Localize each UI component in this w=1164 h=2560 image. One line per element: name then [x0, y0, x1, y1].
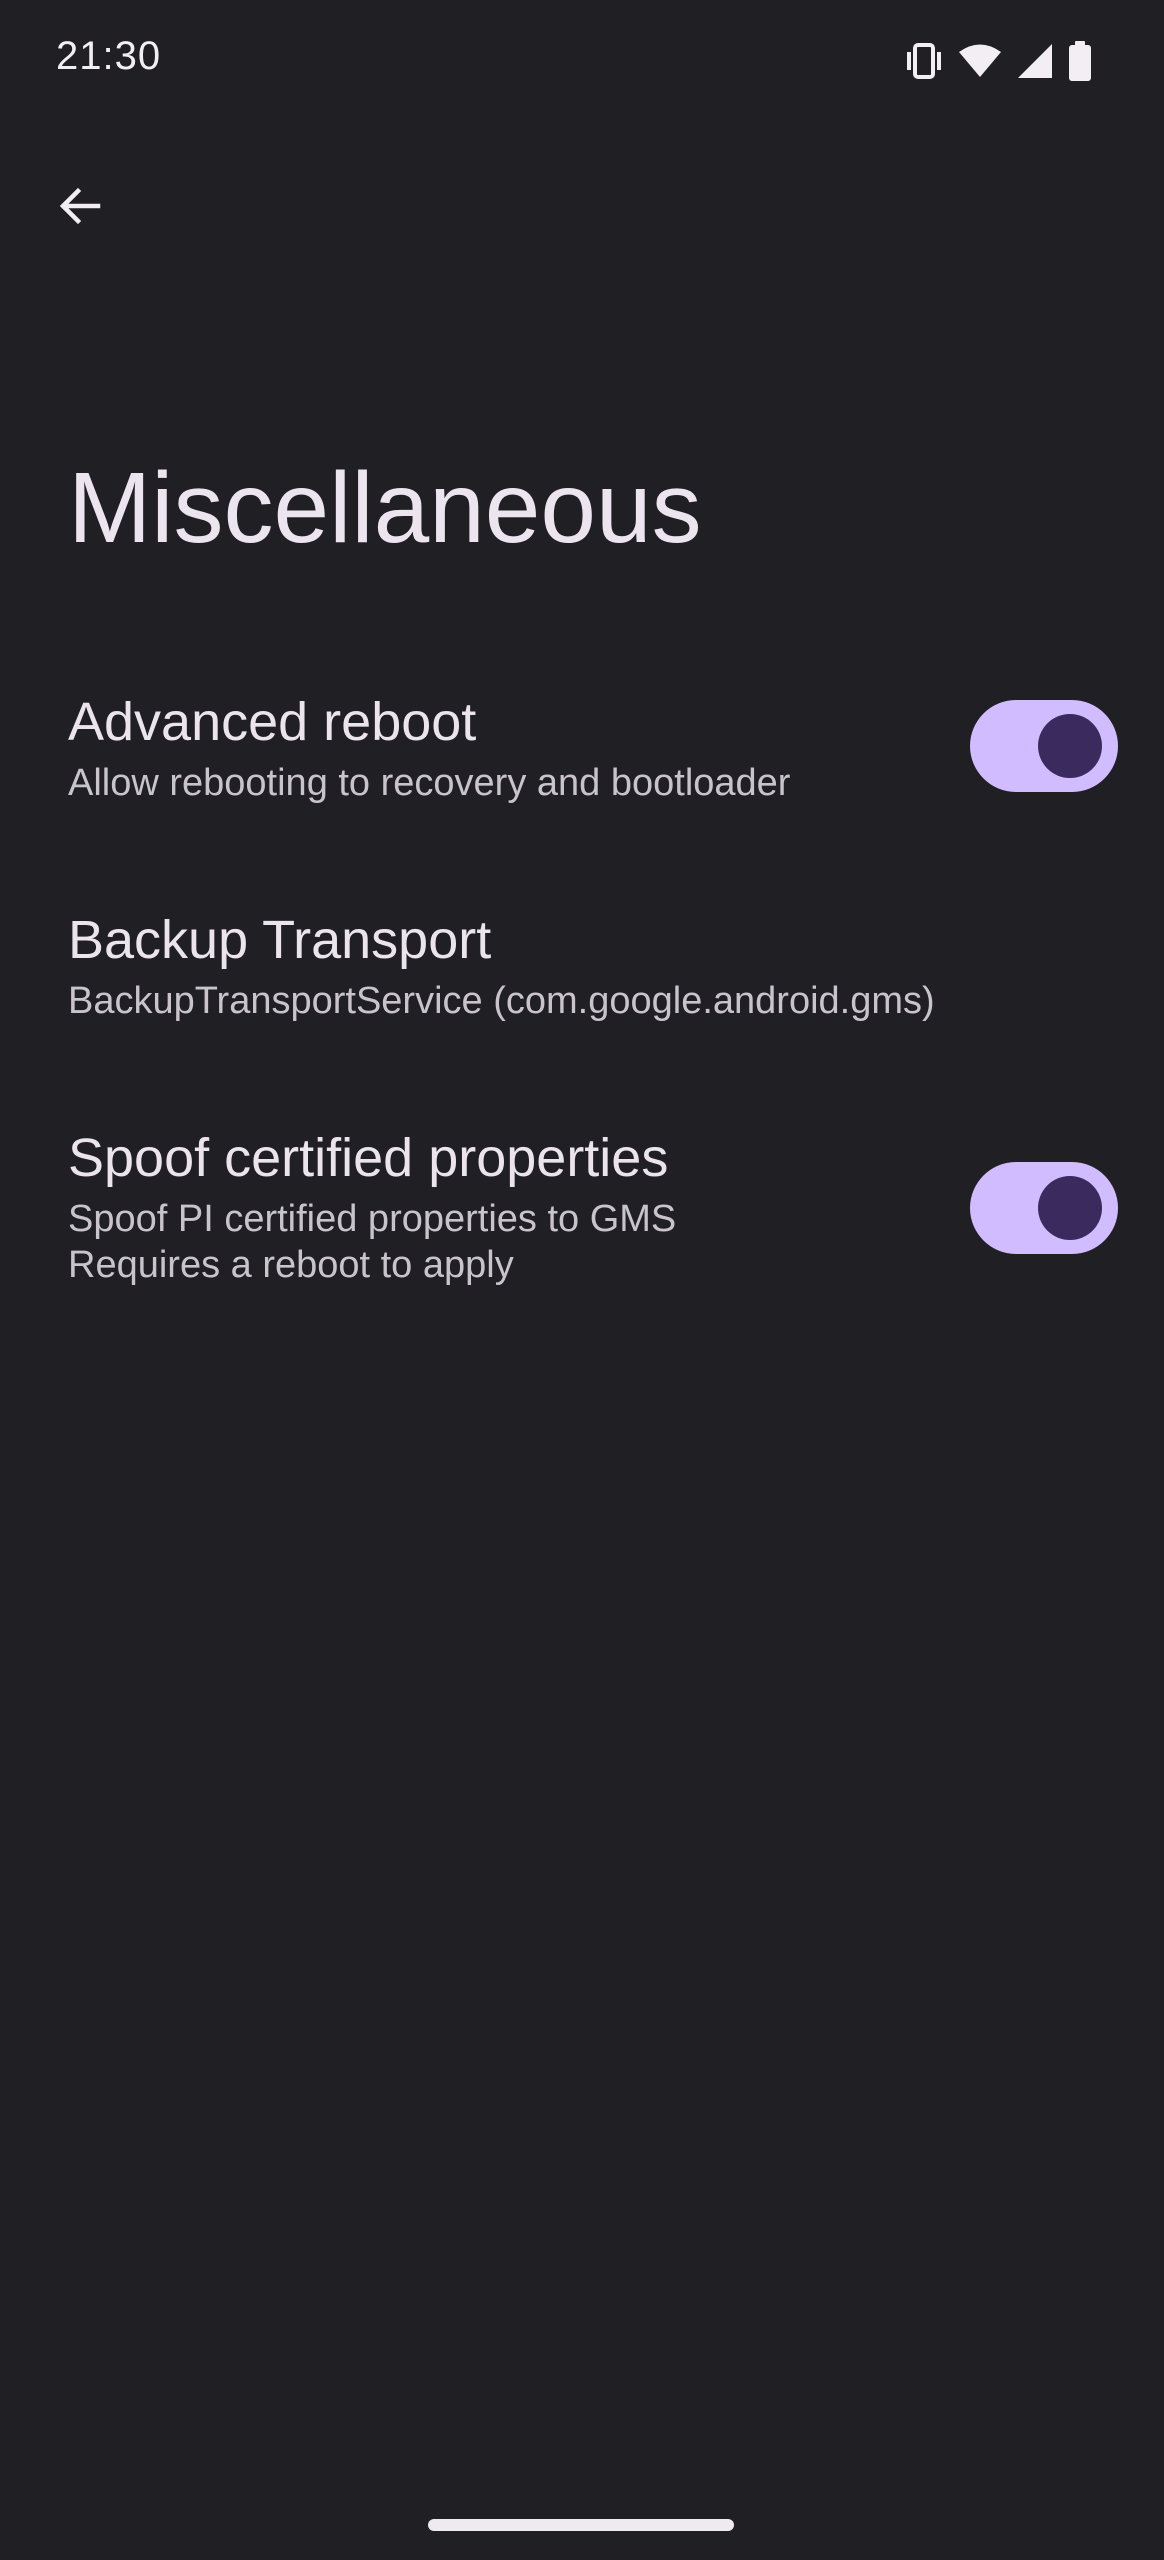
spoof-certified-properties-switch[interactable] [970, 1162, 1118, 1254]
arrow-back-icon [56, 182, 104, 235]
back-button[interactable] [40, 168, 120, 248]
pref-spoof-certified-properties[interactable]: Spoof certified properties Spoof PI cert… [0, 1100, 1164, 1320]
pref-backup-transport[interactable]: Backup Transport BackupTransportService … [0, 880, 1164, 1060]
pref-title: Backup Transport [68, 910, 492, 970]
vibrate-icon [904, 43, 944, 79]
pref-title: Advanced reboot [68, 692, 477, 752]
pref-summary-line-1: Spoof PI certified properties to GMS [68, 1198, 677, 1240]
pref-title: Spoof certified properties [68, 1128, 669, 1188]
wifi-icon [958, 43, 1002, 79]
pref-summary-line-2: Requires a reboot to apply [68, 1244, 514, 1286]
status-bar: 21:30 [0, 0, 1164, 120]
cell-signal-icon [1016, 43, 1054, 79]
status-icons [904, 36, 1092, 86]
gesture-nav-handle[interactable] [428, 2519, 734, 2531]
pref-advanced-reboot[interactable]: Advanced reboot Allow rebooting to recov… [0, 660, 1164, 840]
switch-thumb [1038, 714, 1102, 778]
advanced-reboot-switch[interactable] [970, 700, 1118, 792]
pref-summary: Allow rebooting to recovery and bootload… [68, 762, 791, 804]
status-time: 21:30 [56, 34, 162, 78]
switch-thumb [1038, 1176, 1102, 1240]
page-title: Miscellaneous [68, 452, 702, 564]
battery-icon [1068, 41, 1092, 81]
pref-summary: BackupTransportService (com.google.andro… [68, 980, 935, 1022]
